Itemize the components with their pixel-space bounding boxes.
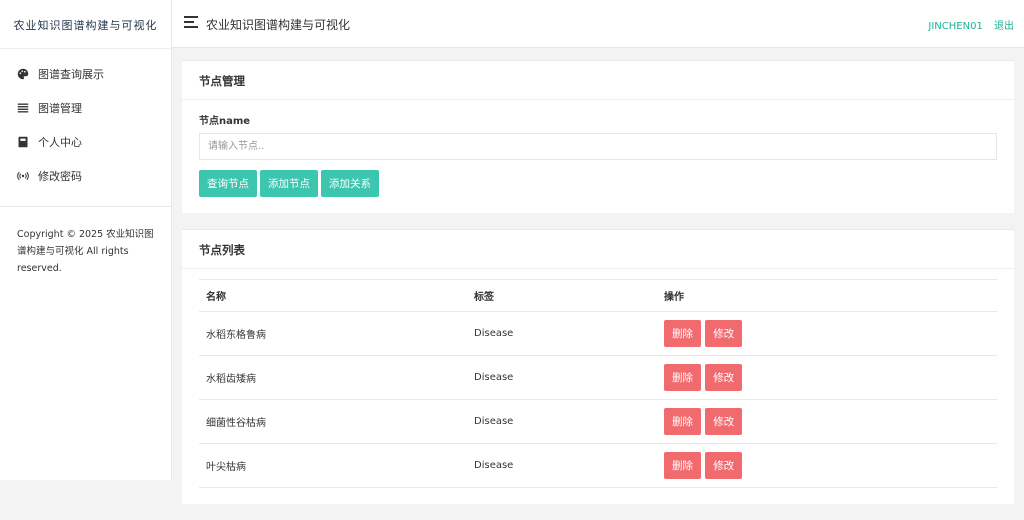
node-name-cell: 水稻东格鲁病 — [199, 311, 467, 356]
table-header-row: 名称 标签 操作 — [199, 279, 997, 312]
node-label-cell: Disease — [467, 443, 657, 488]
table-row: 细菌性谷枯病 Disease 删除 修改 — [199, 399, 997, 444]
sidebar-item-graph-query[interactable]: 图谱查询展示 — [0, 57, 171, 91]
copyright-text: Copyright © 2025 农业知识图谱构建与可视化 All rights… — [17, 229, 154, 274]
sidebar-divider — [0, 206, 171, 207]
node-name-cell: 水稻齿矮病 — [199, 355, 467, 400]
node-manage-body: 节点name 查询节点 添加节点 添加关系 — [182, 100, 1014, 213]
node-manage-card: 节点管理 节点name 查询节点 添加节点 添加关系 — [182, 60, 1014, 213]
book-icon — [16, 135, 30, 149]
edit-button[interactable]: 修改 — [705, 408, 743, 435]
node-label-cell: Disease — [467, 355, 657, 400]
node-list-title: 节点列表 — [182, 230, 1014, 269]
add-node-button[interactable]: 添加节点 — [260, 170, 318, 197]
table-row: 叶尖枯病 Disease 删除 修改 — [199, 443, 997, 488]
sidebar-item-change-password[interactable]: 修改密码 — [0, 159, 171, 193]
sidebar-item-label: 图谱管理 — [38, 102, 82, 115]
list-icon — [16, 101, 30, 115]
query-node-button[interactable]: 查询节点 — [199, 170, 257, 197]
column-header-name: 名称 — [199, 279, 467, 312]
node-label-cell: Disease — [467, 399, 657, 444]
sidebar-menu: 图谱查询展示 图谱管理 个人中心 修改密码 — [0, 49, 171, 193]
sidebar-item-label: 图谱查询展示 — [38, 68, 104, 81]
add-relation-button[interactable]: 添加关系 — [321, 170, 379, 197]
table-row: 水稻东格鲁病 Disease 删除 修改 — [199, 311, 997, 356]
node-action-cell: 删除 修改 — [657, 399, 997, 444]
delete-button[interactable]: 删除 — [664, 408, 701, 435]
node-name-cell: 叶尖枯病 — [199, 443, 467, 488]
edit-button[interactable]: 修改 — [705, 364, 743, 391]
page-title: 农业知识图谱构建与可视化 — [206, 18, 351, 32]
column-header-label: 标签 — [467, 279, 657, 312]
sidebar-item-label: 个人中心 — [38, 136, 82, 149]
sidebar-item-profile[interactable]: 个人中心 — [0, 125, 171, 159]
column-header-action: 操作 — [657, 279, 997, 312]
node-name-cell: 细菌性谷枯病 — [199, 399, 467, 444]
sidebar-item-label: 修改密码 — [38, 170, 82, 183]
delete-button[interactable]: 删除 — [664, 364, 701, 391]
topbar: 农业知识图谱构建与可视化 JINCHEN01 退出 — [172, 0, 1024, 48]
menu-toggle-icon[interactable] — [184, 16, 198, 28]
main-content: 节点管理 节点name 查询节点 添加节点 添加关系 节点列表 名称 标 — [182, 60, 1014, 520]
app: 农业知识图谱构建与可视化 图谱查询展示 图谱管理 个人中心 修改密码 Copyr… — [0, 0, 1024, 504]
node-name-input[interactable] — [199, 133, 997, 160]
delete-button[interactable]: 删除 — [664, 320, 701, 347]
node-list-card: 节点列表 名称 标签 操作 水稻东格鲁病 Disease 删除 修改 水稻齿矮病… — [182, 229, 1014, 504]
node-action-buttons: 查询节点 添加节点 添加关系 — [199, 170, 997, 197]
node-manage-title: 节点管理 — [182, 61, 1014, 100]
username-link[interactable]: JINCHEN01 — [928, 21, 982, 32]
edit-button[interactable]: 修改 — [705, 452, 743, 479]
node-label-cell: Disease — [467, 311, 657, 356]
broadcast-icon — [16, 169, 30, 183]
edit-button[interactable]: 修改 — [705, 320, 743, 347]
node-name-label: 节点name — [199, 116, 251, 127]
logout-link[interactable]: 退出 — [994, 21, 1014, 32]
palette-icon — [16, 67, 30, 81]
sidebar-item-graph-manage[interactable]: 图谱管理 — [0, 91, 171, 125]
sidebar: 农业知识图谱构建与可视化 图谱查询展示 图谱管理 个人中心 修改密码 Copyr… — [0, 0, 172, 480]
node-action-cell: 删除 修改 — [657, 355, 997, 400]
table-row: 水稻齿矮病 Disease 删除 修改 — [199, 355, 997, 400]
user-area: JINCHEN01 退出 — [920, 17, 1014, 32]
delete-button[interactable]: 删除 — [664, 452, 701, 479]
node-table: 名称 标签 操作 水稻东格鲁病 Disease 删除 修改 水稻齿矮病 Dise… — [199, 279, 997, 488]
node-action-cell: 删除 修改 — [657, 311, 997, 356]
node-list-body: 名称 标签 操作 水稻东格鲁病 Disease 删除 修改 水稻齿矮病 Dise… — [182, 269, 1014, 504]
node-action-cell: 删除 修改 — [657, 443, 997, 488]
sidebar-brand: 农业知识图谱构建与可视化 — [0, 0, 171, 49]
